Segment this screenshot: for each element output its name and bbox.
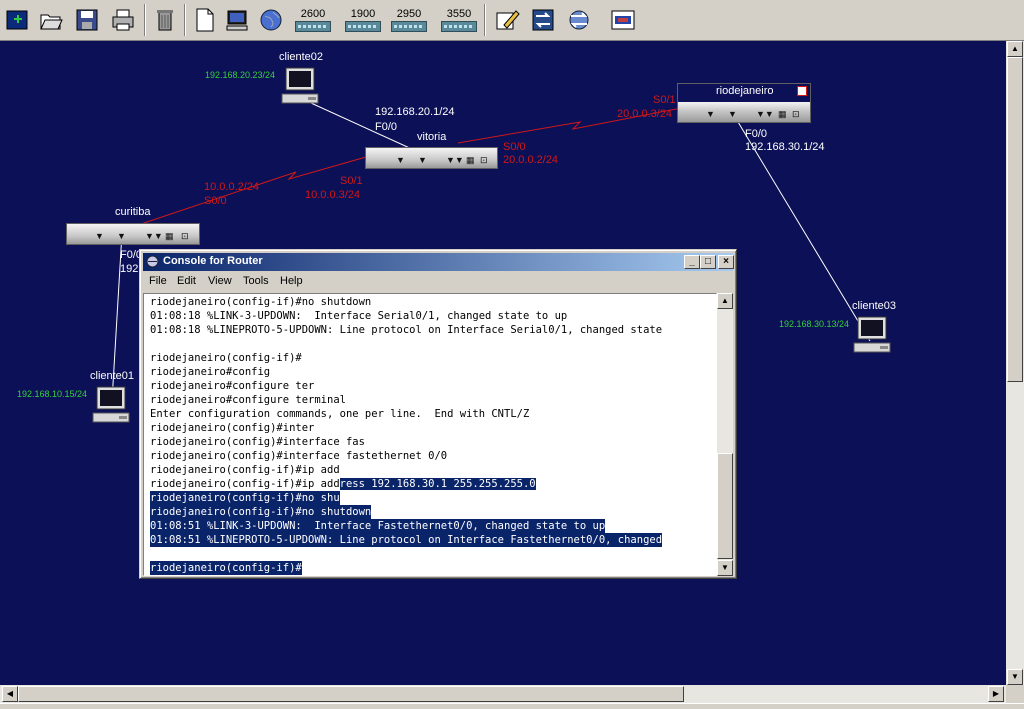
canvas-horizontal-scrollbar[interactable]: ◀ ▶ (0, 685, 1006, 703)
terminal-line-selected: 01:08:51 %LINK-3-UPDOWN: Interface Faste… (150, 519, 606, 533)
trash-icon[interactable] (152, 7, 178, 33)
switch-3550-button[interactable]: 3550 (440, 6, 478, 36)
terminal-selection: ress 192.168.30.1 255.255.255.0 (339, 478, 536, 490)
console-titlebar[interactable]: Console for Router _ □ × (143, 253, 734, 271)
maximize-button[interactable]: □ (700, 255, 716, 269)
curitiba-s00-label: S0/0 (204, 195, 227, 207)
terminal-line-selected: riodejaneiro(config-if)#no shutdown (150, 505, 372, 519)
console-title: Console for Router (163, 255, 263, 267)
cliente03-name: cliente03 (852, 300, 897, 312)
vitoria-s01-label: S0/1 (340, 175, 363, 187)
menu-edit[interactable]: Edit (177, 275, 196, 287)
terminal-line: riodejaneiro#configure ter (150, 380, 315, 392)
floppy-disk-icon[interactable] (74, 7, 100, 33)
console-scroll-thumb[interactable] (717, 453, 733, 559)
terminal-line-selected: riodejaneiro(config-if)#no shu (150, 491, 340, 505)
scroll-right-arrow-icon[interactable]: ▶ (988, 686, 1004, 702)
refresh-network-icon[interactable] (566, 7, 592, 33)
menu-file[interactable]: File (149, 275, 167, 287)
scroll-up-arrow-icon[interactable]: ▲ (1007, 41, 1023, 57)
terminal-line: 01:08:18 %LINK-3-UPDOWN: Interface Seria… (150, 310, 568, 322)
blank-page-icon[interactable] (192, 7, 218, 33)
curitiba-name: curitiba (115, 206, 151, 218)
riodejaneiro-router[interactable]: riodejaneiro ▼ ▼ ▼▼ ▦ ⊡ (677, 83, 811, 123)
close-button[interactable]: × (718, 255, 734, 269)
switch-1900-button[interactable]: 1900 (344, 6, 382, 36)
terminal-line-text: riodejaneiro(config-if)#ip add (150, 478, 340, 490)
menu-view[interactable]: View (208, 275, 232, 287)
terminal-line: riodejaneiro(config-if)#ip address 192.1… (150, 477, 536, 491)
vitoria-s00-ip: 20.0.0.2/24 (503, 154, 559, 166)
switch-3550-label: 3550 (446, 8, 472, 20)
cliente03-ip: 192.168.30.13/24 (779, 319, 850, 329)
console-window-icon (146, 255, 159, 268)
terminal-line: riodejaneiro#config (150, 366, 271, 378)
vitoria-f00-ip: 192.168.20.1/24 (375, 106, 455, 118)
curitiba-f00-ip: 192 (120, 263, 139, 275)
vitoria-router[interactable]: ▼ ▼ ▼▼ ▦ ⊡ (365, 147, 498, 169)
switch-1900-label: 1900 (350, 8, 376, 20)
console-vertical-scrollbar[interactable]: ▲ ▼ (717, 293, 733, 576)
toolbar: 2600 1900 2950 3550 (0, 0, 1024, 41)
globe-icon[interactable] (258, 7, 284, 33)
router-close-icon[interactable] (797, 86, 807, 96)
minimize-button[interactable]: _ (684, 255, 700, 269)
switch-config-icon[interactable] (530, 7, 556, 33)
terminal-line: riodejaneiro#configure terminal (150, 394, 346, 406)
riodejaneiro-s01-ip: 20.0.0.3/24 (617, 108, 673, 120)
terminal-line: Enter configuration commands, one per li… (150, 408, 530, 420)
switch-2600-button[interactable]: 2600 (294, 6, 332, 36)
status-bar (0, 703, 1024, 709)
cliente01-name: cliente01 (90, 370, 135, 382)
terminal-line: riodejaneiro(config-if)#ip add (150, 464, 340, 476)
cliente01-pc-icon[interactable] (91, 385, 131, 425)
vitoria-s01-ip: 10.0.0.3/24 (305, 189, 361, 201)
vitoria-f00-label: F0/0 (375, 121, 398, 133)
switch-2950-label: 2950 (396, 8, 422, 20)
vitoria-name: vitoria (417, 131, 447, 143)
terminal-prompt: riodejaneiro(config-if)# (150, 561, 302, 575)
curitiba-s00-ip: 10.0.0.2/24 (204, 181, 260, 193)
new-document-icon[interactable] (5, 7, 31, 33)
scroll-down-arrow-icon[interactable]: ▼ (1007, 669, 1023, 685)
vertical-scroll-thumb[interactable] (1007, 57, 1023, 382)
riodejaneiro-f00-label: F0/0 (745, 128, 768, 140)
scroll-corner (1006, 685, 1024, 703)
terminal-line: riodejaneiro(config)#interface fas (150, 436, 365, 448)
folder-open-icon[interactable] (38, 7, 64, 33)
curitiba-router[interactable]: ▼ ▼ ▼▼ ▦ ⊡ (66, 223, 200, 245)
terminal-line: riodejaneiro(config)#interface fastether… (150, 450, 448, 462)
vitoria-s00-label: S0/0 (503, 141, 526, 153)
cliente02-pc-icon[interactable] (280, 66, 320, 106)
console-window[interactable]: Console for Router _ □ × File Edit View … (139, 249, 737, 579)
cliente02-ip: 192.168.20.23/24 (205, 70, 276, 80)
menu-tools[interactable]: Tools (243, 275, 269, 287)
riodejaneiro-s01-label: S0/1 (653, 94, 676, 106)
console-terminal[interactable]: riodejaneiro(config-if)#no shutdown 01:0… (143, 293, 717, 576)
terminal-line-selected: 01:08:51 %LINEPROTO-5-UPDOWN: Line proto… (150, 533, 663, 547)
terminal-line: riodejaneiro(config-if)#no shutdown (150, 296, 372, 308)
cliente01-ip: 192.168.10.15/24 (17, 389, 88, 399)
switch-2600-label: 2600 (300, 8, 326, 20)
edit-pencil-icon[interactable] (494, 7, 520, 33)
pc-icon[interactable] (224, 7, 250, 33)
terminal-line: riodejaneiro(config-if)# (150, 352, 302, 364)
scroll-left-arrow-icon[interactable]: ◀ (2, 686, 18, 702)
riodejaneiro-name: riodejaneiro (716, 85, 774, 97)
menu-help[interactable]: Help (280, 275, 303, 287)
router-device-icon[interactable] (610, 7, 636, 33)
switch-2950-button[interactable]: 2950 (390, 6, 428, 36)
terminal-line: riodejaneiro(config)#inter (150, 422, 315, 434)
riodejaneiro-f00-ip: 192.168.30.1/24 (745, 141, 825, 153)
canvas-vertical-scrollbar[interactable]: ▲ ▼ (1006, 41, 1024, 685)
terminal-line: 01:08:18 %LINEPROTO-5-UPDOWN: Line proto… (150, 324, 663, 336)
printer-icon[interactable] (110, 7, 136, 33)
horizontal-scroll-thumb[interactable] (18, 686, 684, 702)
console-menubar: File Edit View Tools Help (143, 272, 733, 290)
console-scroll-up-icon[interactable]: ▲ (717, 293, 733, 309)
cliente03-pc-icon[interactable] (852, 315, 892, 355)
cliente02-name: cliente02 (279, 51, 324, 63)
console-scroll-down-icon[interactable]: ▼ (717, 560, 733, 576)
